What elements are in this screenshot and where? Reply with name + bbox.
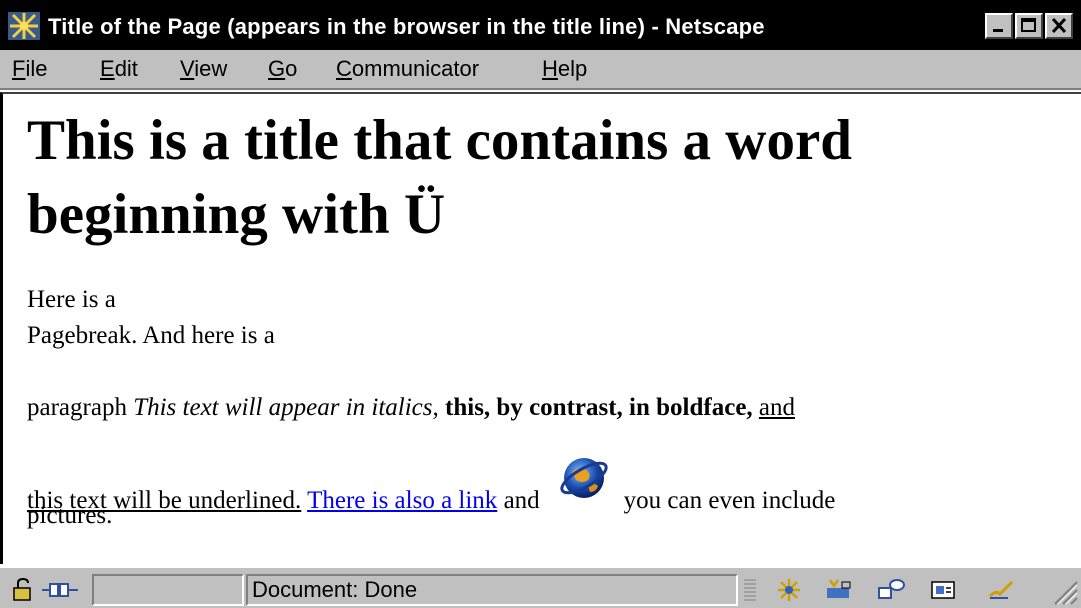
formatted-paragraph: this text will be underlined. There is a… [27, 458, 836, 516]
status-text: Document: Done [252, 577, 418, 602]
bold-text: this, by contrast, in boldface, [445, 394, 753, 421]
plain-text: and [497, 487, 540, 514]
menu-go[interactable]: Go [268, 56, 297, 82]
discussion-groups-icon[interactable] [876, 576, 906, 604]
progress-panel [92, 574, 244, 606]
window-controls [985, 13, 1073, 39]
maximize-button[interactable] [1015, 13, 1043, 39]
text-line: Pagebreak. And here is a [27, 322, 275, 349]
underlined-text: and [758, 394, 796, 421]
plain-text: you can even include [623, 487, 836, 514]
menu-file[interactable]: File [12, 56, 47, 82]
window-title: Title of the Page (appears in the browse… [48, 14, 765, 39]
address-book-icon[interactable] [928, 576, 958, 604]
menu-help[interactable]: Help [542, 56, 587, 82]
page-content[interactable]: This is a title that contains a word beg… [0, 92, 1081, 564]
maximize-icon [1021, 18, 1036, 32]
minimize-icon [993, 29, 1003, 32]
composer-icon[interactable] [986, 576, 1016, 604]
hyperlink[interactable]: There is also a link [307, 487, 497, 514]
formatted-paragraph: paragraph This text will appear in itali… [27, 394, 795, 422]
text-line: Here is a [27, 286, 116, 313]
component-bar-grip-icon[interactable] [742, 576, 758, 604]
netscape-star-icon [8, 12, 40, 40]
plain-text: paragraph [27, 394, 134, 421]
menu-view[interactable]: View [180, 56, 227, 82]
text-line: pictures. [27, 502, 113, 529]
connection-plug-icon [42, 583, 78, 597]
page-heading: This is a title that contains a word beg… [27, 109, 852, 246]
title-bar: Title of the Page (appears in the browse… [0, 0, 1081, 50]
menu-bar: File Edit View Go Communicator Help [0, 50, 1081, 90]
close-icon [1051, 17, 1067, 34]
resize-grip-icon[interactable] [1049, 576, 1079, 606]
italic-text: This text will appear in italics, [133, 394, 439, 421]
status-bar: Document: Done [0, 566, 1081, 608]
navigator-icon[interactable] [774, 576, 804, 604]
mail-icon[interactable] [824, 576, 854, 604]
menu-communicator[interactable]: Communicator [336, 56, 479, 82]
close-button[interactable] [1045, 13, 1073, 39]
minimize-button[interactable] [985, 13, 1013, 39]
globe-picture-icon [560, 458, 608, 498]
menu-edit[interactable]: Edit [100, 56, 138, 82]
security-lock-icon[interactable] [8, 576, 38, 604]
